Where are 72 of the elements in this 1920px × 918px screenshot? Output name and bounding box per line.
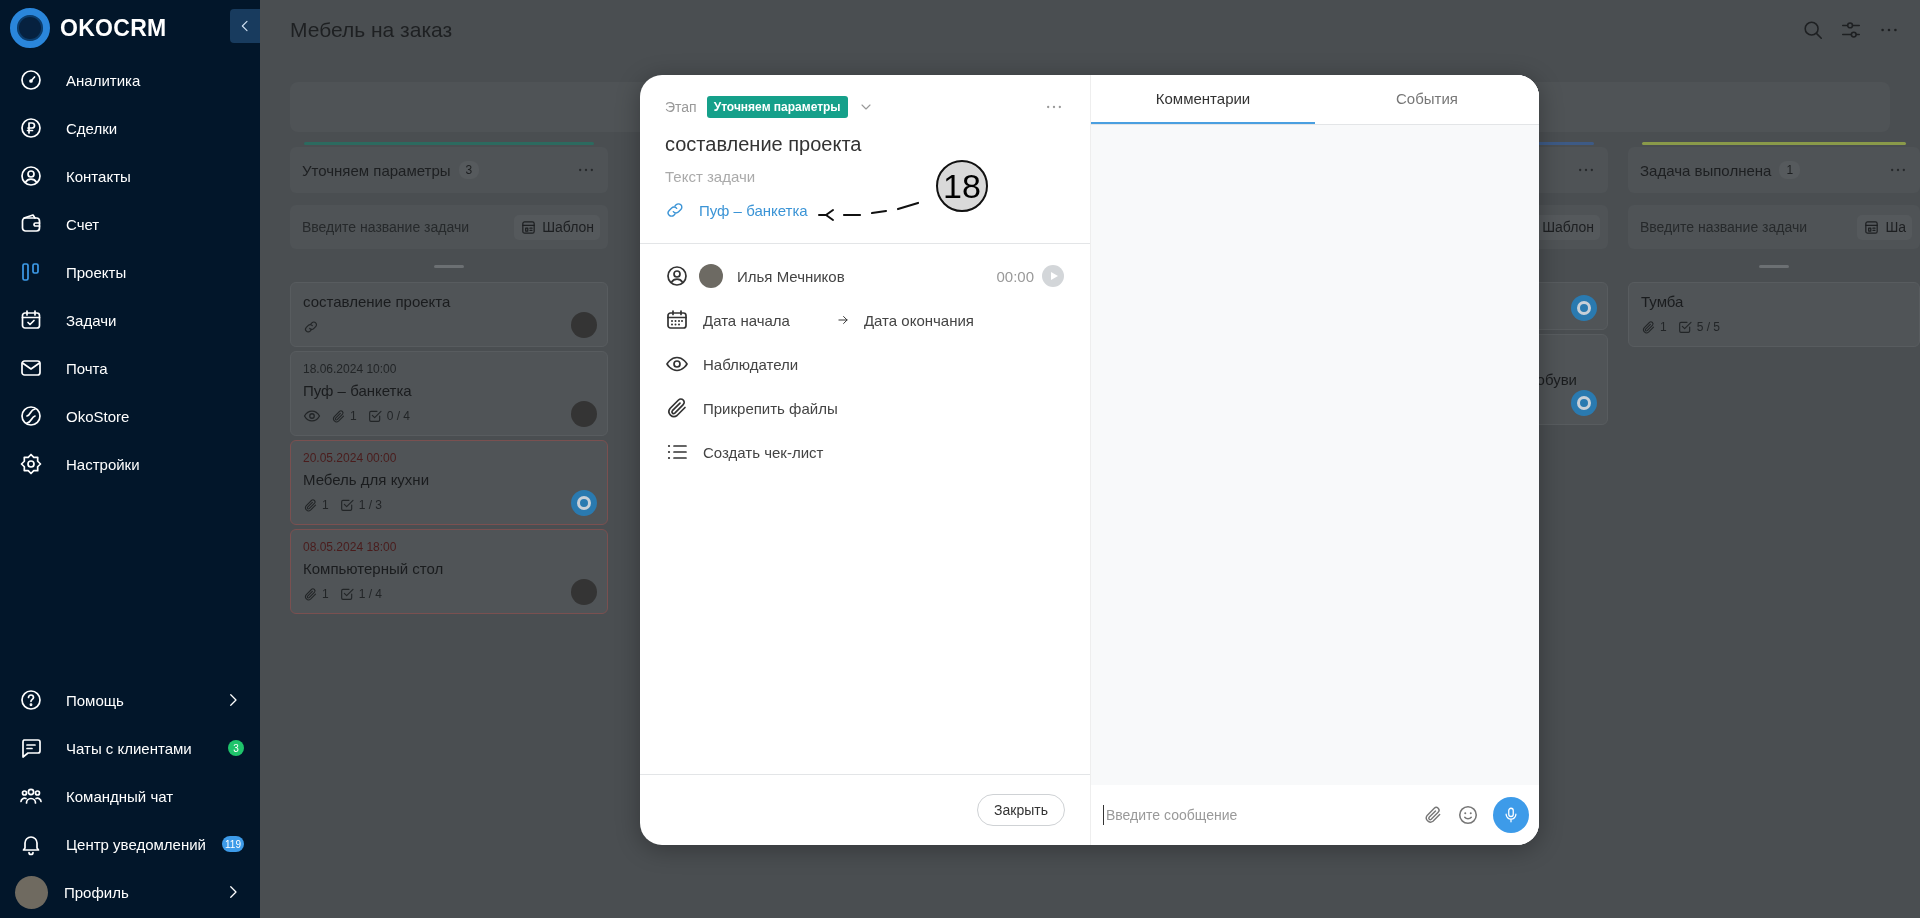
- end-date-field[interactable]: Дата окончания: [863, 311, 974, 329]
- help-icon: [19, 688, 43, 712]
- emoji-icon[interactable]: [1457, 804, 1479, 826]
- sidebar-item[interactable]: Проекты: [0, 248, 260, 296]
- logo-text: OKOCRM: [60, 14, 167, 42]
- avatar-photo: [571, 579, 597, 605]
- sidebar-item[interactable]: Аналитика: [0, 56, 260, 104]
- action-link[interactable]: Создать чек-лист: [703, 443, 824, 461]
- arrow-right-icon: [835, 313, 850, 327]
- sidebar-item[interactable]: Счет: [0, 200, 260, 248]
- avatar-logo: [1571, 295, 1597, 321]
- timer-text: 00:00: [996, 267, 1034, 285]
- paperclip-icon: [331, 408, 346, 424]
- avatar-photo: [571, 401, 597, 427]
- count-badge: 3: [458, 161, 480, 179]
- user-icon: [665, 264, 689, 288]
- calendar-icon: [665, 308, 689, 332]
- link-icon: [665, 200, 685, 220]
- paperclip-icon: [1641, 319, 1656, 335]
- sidebar-item[interactable]: Контакты: [0, 152, 260, 200]
- avatar-logo: [571, 490, 597, 516]
- task-title: Компьютерный стол: [303, 560, 445, 577]
- chat-icon: [19, 736, 43, 760]
- task-title: составление проекта: [665, 133, 863, 156]
- sidebar-item[interactable]: Задачи: [0, 296, 260, 344]
- checkbox-icon: [366, 408, 383, 424]
- sidebar-item[interactable]: Сделки: [0, 104, 260, 152]
- paperclip-icon: [303, 586, 318, 602]
- action-link[interactable]: Наблюдатели: [703, 355, 799, 373]
- close-button[interactable]: Закрыть: [977, 794, 1065, 826]
- sidebar-item[interactable]: Настройки: [0, 440, 260, 488]
- task-title: составление проекта: [303, 293, 452, 310]
- search-icon[interactable]: [1802, 19, 1824, 41]
- checkbox-icon: [1676, 319, 1693, 335]
- microphone-button[interactable]: [1493, 797, 1529, 833]
- assignee-name[interactable]: Илья Мечников: [737, 267, 845, 285]
- stage-label: Этап: [665, 99, 697, 115]
- count-badge: 3: [228, 740, 244, 756]
- sliders-icon[interactable]: [1840, 19, 1862, 41]
- paperclip-icon[interactable]: [1423, 805, 1443, 825]
- action-link[interactable]: Прикрепить файлы: [703, 399, 838, 417]
- avatar-photo: [699, 264, 723, 288]
- avatar-photo: [571, 312, 597, 338]
- sidebar-item[interactable]: OkoStore: [0, 392, 260, 440]
- avatar-photo: [15, 875, 48, 909]
- template-icon: [1863, 218, 1881, 236]
- sidebar-item[interactable]: Помощь: [0, 676, 260, 724]
- task-date: 08.05.2024 18:00: [303, 540, 398, 554]
- count-badge: 1: [1779, 161, 1801, 179]
- template-icon: [520, 218, 538, 236]
- collapse-button[interactable]: [230, 9, 260, 43]
- task-title: Мебель для кухни: [303, 471, 431, 488]
- sidebar-item[interactable]: Центр уведомлений 119: [0, 820, 260, 868]
- count-badge: 119: [222, 836, 244, 852]
- sidebar-item[interactable]: Командный чат: [0, 772, 260, 820]
- sidebar-item[interactable]: Чаты с клиентами 3: [0, 724, 260, 772]
- task-title: Пуф – банкетка: [303, 382, 413, 399]
- paperclip-icon: [303, 497, 318, 513]
- checkbox-icon: [338, 586, 355, 602]
- drag-handle[interactable]: [1759, 265, 1789, 268]
- avatar-logo: [1571, 390, 1597, 416]
- callout-marker: 18: [936, 160, 988, 212]
- task-date: 20.05.2024 00:00: [303, 451, 398, 465]
- start-date-field[interactable]: Дата начала: [703, 311, 790, 329]
- sidebar-item[interactable]: Почта: [0, 344, 260, 392]
- checkbox-icon: [338, 497, 355, 513]
- drag-handle[interactable]: [434, 265, 464, 268]
- paperclip-icon: [665, 396, 689, 420]
- task-title: Тумба: [1641, 293, 1685, 310]
- logo-ring-icon: [10, 8, 50, 48]
- play-button[interactable]: [1042, 265, 1064, 287]
- sidebar-item[interactable]: Профиль: [0, 868, 260, 916]
